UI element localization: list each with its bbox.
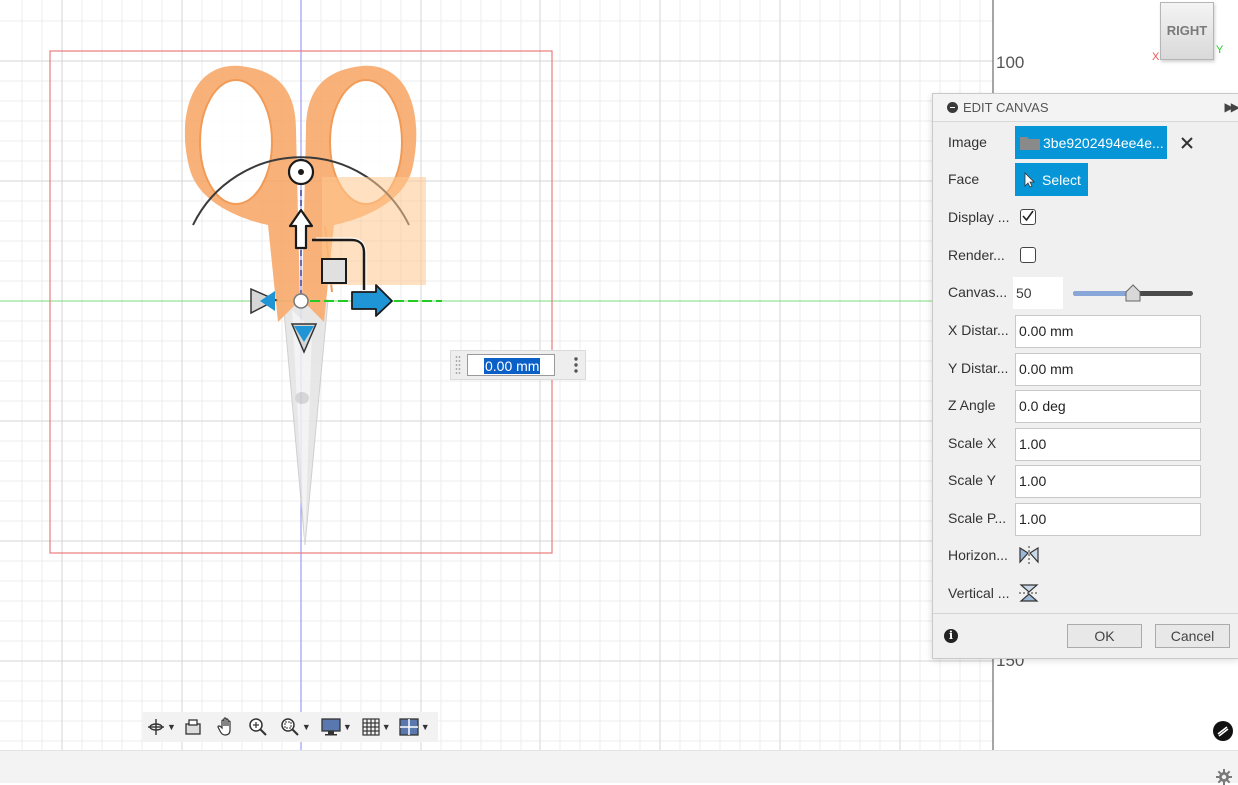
view-cube-label: RIGHT bbox=[1166, 23, 1208, 38]
expand-panel-icon[interactable]: ▶▶ bbox=[1225, 100, 1238, 114]
info-icon[interactable]: i bbox=[944, 629, 958, 643]
canvas-opacity-input[interactable]: 50 bbox=[1013, 277, 1063, 309]
y-distance-row: Y Distar... 0.00 mm bbox=[933, 351, 1238, 386]
zoom-window-icon bbox=[281, 718, 299, 736]
zoom-window-button[interactable]: ▼ bbox=[280, 712, 311, 742]
dimension-input-box[interactable]: 0.00 mm bbox=[450, 350, 586, 380]
zoom-icon bbox=[249, 718, 267, 736]
y-distance-input[interactable]: 0.00 mm bbox=[1015, 353, 1201, 386]
render-label: Render... bbox=[948, 247, 1005, 263]
checkmark-icon bbox=[1022, 210, 1034, 222]
zoom-button[interactable] bbox=[248, 712, 268, 742]
display-checkbox[interactable] bbox=[1020, 209, 1036, 225]
collapse-icon[interactable] bbox=[947, 102, 958, 113]
image-select-button[interactable]: 3be9202494ee4e... bbox=[1015, 126, 1167, 159]
vertical-flip-label: Vertical ... bbox=[948, 585, 1010, 601]
canvas-opacity-label: Canvas... bbox=[948, 284, 1008, 300]
scale-y-input[interactable]: 1.00 bbox=[1015, 465, 1201, 498]
sketch-palette-icon[interactable] bbox=[1212, 720, 1234, 742]
image-row: Image 3be9202494ee4e... bbox=[933, 125, 1238, 159]
render-row: Render... bbox=[933, 238, 1238, 272]
panel-divider bbox=[933, 613, 1238, 614]
canvas-opacity-slider[interactable] bbox=[1073, 284, 1193, 302]
horizontal-flip-row: Horizon... bbox=[933, 538, 1238, 572]
viewports-icon bbox=[399, 718, 419, 736]
canvas-opacity-row: Canvas... 50 bbox=[933, 275, 1238, 309]
view-cube-face[interactable]: RIGHT bbox=[1160, 2, 1214, 60]
render-checkbox[interactable] bbox=[1020, 247, 1036, 263]
display-settings-icon bbox=[321, 718, 341, 736]
y-distance-label: Y Distar... bbox=[948, 360, 1009, 376]
viewports-button[interactable]: ▼ bbox=[399, 712, 430, 742]
cancel-button[interactable]: Cancel bbox=[1155, 624, 1230, 648]
status-bar bbox=[0, 750, 1238, 785]
panel-header[interactable]: EDIT CANVAS ▶▶ bbox=[933, 94, 1238, 122]
axis-x-label: X bbox=[1152, 51, 1160, 63]
vertical-flip-row: Vertical ... bbox=[933, 576, 1238, 610]
settings-icon[interactable] bbox=[1216, 769, 1232, 785]
display-row: Display ... bbox=[933, 200, 1238, 234]
scale-x-label: Scale X bbox=[948, 435, 997, 451]
scale-x-row: Scale X 1.00 bbox=[933, 426, 1238, 461]
folder-icon bbox=[1020, 136, 1040, 150]
z-angle-input[interactable]: 0.0 deg bbox=[1015, 390, 1201, 423]
view-cube[interactable]: RIGHT X Y bbox=[1152, 0, 1232, 70]
z-angle-label: Z Angle bbox=[948, 397, 996, 413]
scale-plane-row: Scale P... 1.00 bbox=[933, 501, 1238, 536]
face-select-button[interactable]: Select bbox=[1015, 163, 1088, 196]
dimension-value: 0.00 mm bbox=[484, 358, 541, 374]
face-select-label: Select bbox=[1042, 171, 1081, 188]
ruler-label-top: 100 bbox=[996, 53, 1025, 72]
scale-x-input[interactable]: 1.00 bbox=[1015, 428, 1201, 461]
x-distance-input[interactable]: 0.00 mm bbox=[1015, 315, 1201, 348]
x-distance-row: X Distar... 0.00 mm bbox=[933, 313, 1238, 348]
orbit-icon bbox=[148, 719, 164, 735]
face-label: Face bbox=[948, 171, 980, 187]
scale-y-row: Scale Y 1.00 bbox=[933, 463, 1238, 498]
flip-vertical-icon[interactable] bbox=[1018, 583, 1040, 603]
drag-grip-icon[interactable] bbox=[455, 354, 461, 376]
panel-title: EDIT CANVAS bbox=[963, 100, 1049, 115]
scale-plane-label: Scale P... bbox=[948, 510, 1007, 526]
orbit-button[interactable]: ▼ bbox=[147, 712, 176, 742]
face-row: Face Select bbox=[933, 162, 1238, 196]
flip-horizontal-icon[interactable] bbox=[1018, 545, 1040, 565]
grid-icon bbox=[362, 718, 380, 736]
scale-y-label: Scale Y bbox=[948, 472, 996, 488]
look-at-icon bbox=[185, 719, 201, 735]
cursor-icon bbox=[1024, 171, 1035, 188]
edit-canvas-panel: EDIT CANVAS ▶▶ Image 3be9202494ee4e... F… bbox=[932, 93, 1238, 659]
look-at-button[interactable] bbox=[184, 712, 202, 742]
grid-settings-button[interactable]: ▼ bbox=[362, 712, 391, 742]
axis-y-label: Y bbox=[1216, 44, 1224, 56]
slider-fill bbox=[1073, 291, 1133, 296]
image-label: Image bbox=[948, 134, 987, 150]
pan-icon bbox=[217, 717, 231, 736]
pan-button[interactable] bbox=[216, 712, 236, 742]
dimension-input[interactable]: 0.00 mm bbox=[467, 354, 555, 376]
display-label: Display ... bbox=[948, 209, 1010, 225]
more-options-icon[interactable] bbox=[573, 355, 579, 375]
navigation-toolbar: ▼ ▼ ▼ ▼ ▼ bbox=[143, 712, 438, 742]
x-distance-label: X Distar... bbox=[948, 322, 1009, 338]
horizontal-flip-label: Horizon... bbox=[948, 547, 1008, 563]
slider-thumb[interactable] bbox=[1125, 284, 1141, 302]
image-filename: 3be9202494ee4e... bbox=[1043, 134, 1164, 151]
display-settings-button[interactable]: ▼ bbox=[321, 712, 352, 742]
z-angle-row: Z Angle 0.0 deg bbox=[933, 388, 1238, 423]
scale-plane-input[interactable]: 1.00 bbox=[1015, 503, 1201, 536]
clear-image-icon[interactable] bbox=[1181, 137, 1193, 149]
ok-button[interactable]: OK bbox=[1067, 624, 1142, 648]
